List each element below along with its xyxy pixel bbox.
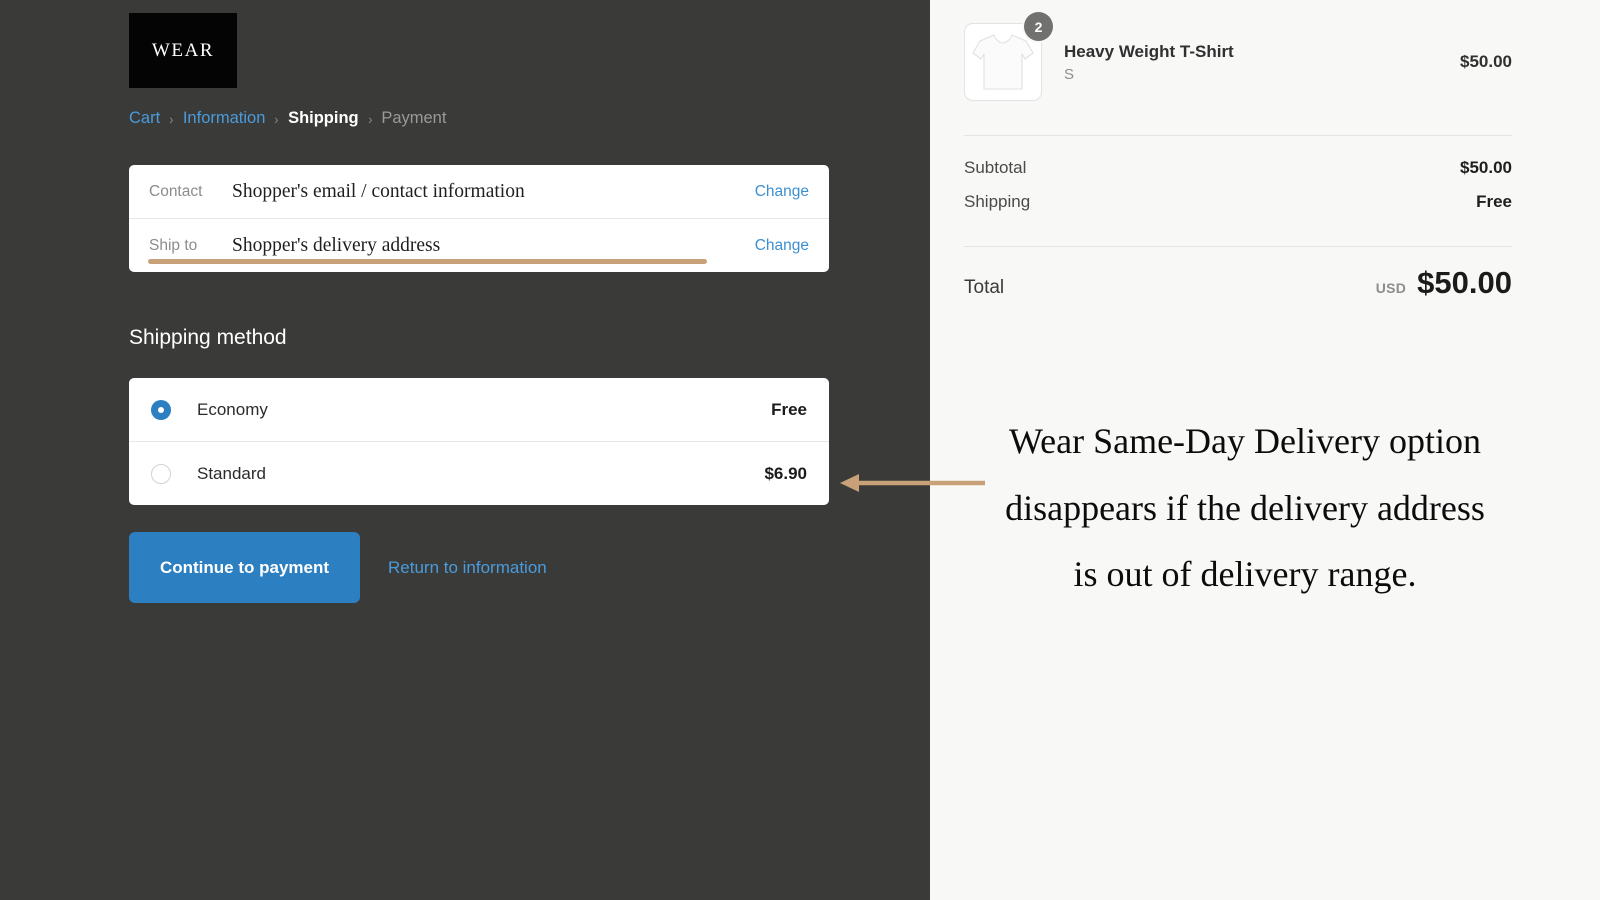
return-to-information-link[interactable]: Return to information <box>388 558 547 578</box>
breadcrumb-item-shipping[interactable]: Shipping <box>288 109 359 128</box>
shipping-label: Shipping <box>964 192 1031 211</box>
shipping-value: Free <box>1476 192 1512 211</box>
breadcrumb-item-information[interactable]: Information <box>183 109 266 128</box>
product-info: Heavy Weight T-Shirt S <box>1064 41 1460 83</box>
change-address-link[interactable]: Change <box>755 237 809 255</box>
summary-divider <box>964 135 1512 136</box>
product-variant: S <box>1064 66 1075 84</box>
grand-total-label: Total <box>964 277 1005 298</box>
totals-list: Subtotal $50.00 Shipping Free <box>964 158 1512 226</box>
ship-to-row-value: Shopper's delivery address <box>232 234 441 256</box>
order-line-item: 2 Heavy Weight T-Shirt S $50.00 <box>964 12 1512 101</box>
annotation-underline <box>148 259 707 264</box>
contact-summary-card: Contact Shopper's email / contact inform… <box>129 165 829 272</box>
shipping-option-economy[interactable]: Economy Free <box>129 378 829 441</box>
breadcrumb-item-payment: Payment <box>381 109 447 127</box>
contact-row: Contact Shopper's email / contact inform… <box>129 165 829 218</box>
checkout-pane: WEAR Cart › Information › Shipping › Pay… <box>0 0 930 900</box>
annotation-arrow-icon <box>840 474 985 492</box>
grand-total-currency: USD <box>1375 280 1407 296</box>
shipping-option-label: Standard <box>197 463 266 483</box>
shipping-option-price: Free <box>771 399 807 419</box>
totals-divider <box>964 246 1512 247</box>
contact-row-value: Shopper's email / contact information <box>232 180 525 202</box>
chevron-right-icon: › <box>367 110 372 127</box>
brand-logo-text: WEAR <box>151 39 215 61</box>
shipping-option-standard[interactable]: Standard $6.90 <box>129 441 829 505</box>
subtotal-row: Subtotal $50.00 <box>964 158 1512 178</box>
breadcrumb: Cart › Information › Shipping › Payment <box>129 109 446 128</box>
ship-to-row-label: Ship to <box>149 236 198 254</box>
subtotal-label: Subtotal <box>964 158 1027 177</box>
continue-to-payment-button[interactable]: Continue to payment <box>129 532 360 603</box>
product-title: Heavy Weight T-Shirt <box>1064 41 1234 61</box>
grand-total-amount-group: USD $50.00 <box>1376 265 1512 301</box>
product-thumbnail-wrap: 2 <box>964 12 1053 101</box>
chevron-right-icon: › <box>274 110 279 127</box>
product-price: $50.00 <box>1460 52 1512 71</box>
tshirt-icon <box>972 34 1034 90</box>
grand-total-amount: $50.00 <box>1417 265 1512 300</box>
radio-unselected-icon[interactable] <box>151 463 171 484</box>
shipping-option-label: Economy <box>197 399 268 419</box>
contact-row-label: Contact <box>149 182 203 200</box>
brand-logo[interactable]: WEAR <box>129 13 237 88</box>
checkout-actions: Continue to payment Return to informatio… <box>129 532 547 603</box>
subtotal-value: $50.00 <box>1460 158 1512 177</box>
grand-total-row: Total USD $50.00 <box>964 265 1512 301</box>
shipping-row: Shipping Free <box>964 192 1512 212</box>
annotation-text: Wear Same-Day Delivery option disappears… <box>1005 421 1485 595</box>
shipping-option-price: $6.90 <box>764 463 807 483</box>
chevron-right-icon: › <box>169 110 174 127</box>
shipping-method-title: Shipping method <box>129 326 287 349</box>
change-contact-link[interactable]: Change <box>755 183 809 201</box>
radio-selected-icon[interactable] <box>151 399 171 420</box>
quantity-badge: 2 <box>1024 12 1053 41</box>
shipping-method-card: Economy Free Standard $6.90 <box>129 378 829 505</box>
breadcrumb-item-cart[interactable]: Cart <box>129 109 160 128</box>
checkout-screenshot: WEAR Cart › Information › Shipping › Pay… <box>0 0 1600 900</box>
